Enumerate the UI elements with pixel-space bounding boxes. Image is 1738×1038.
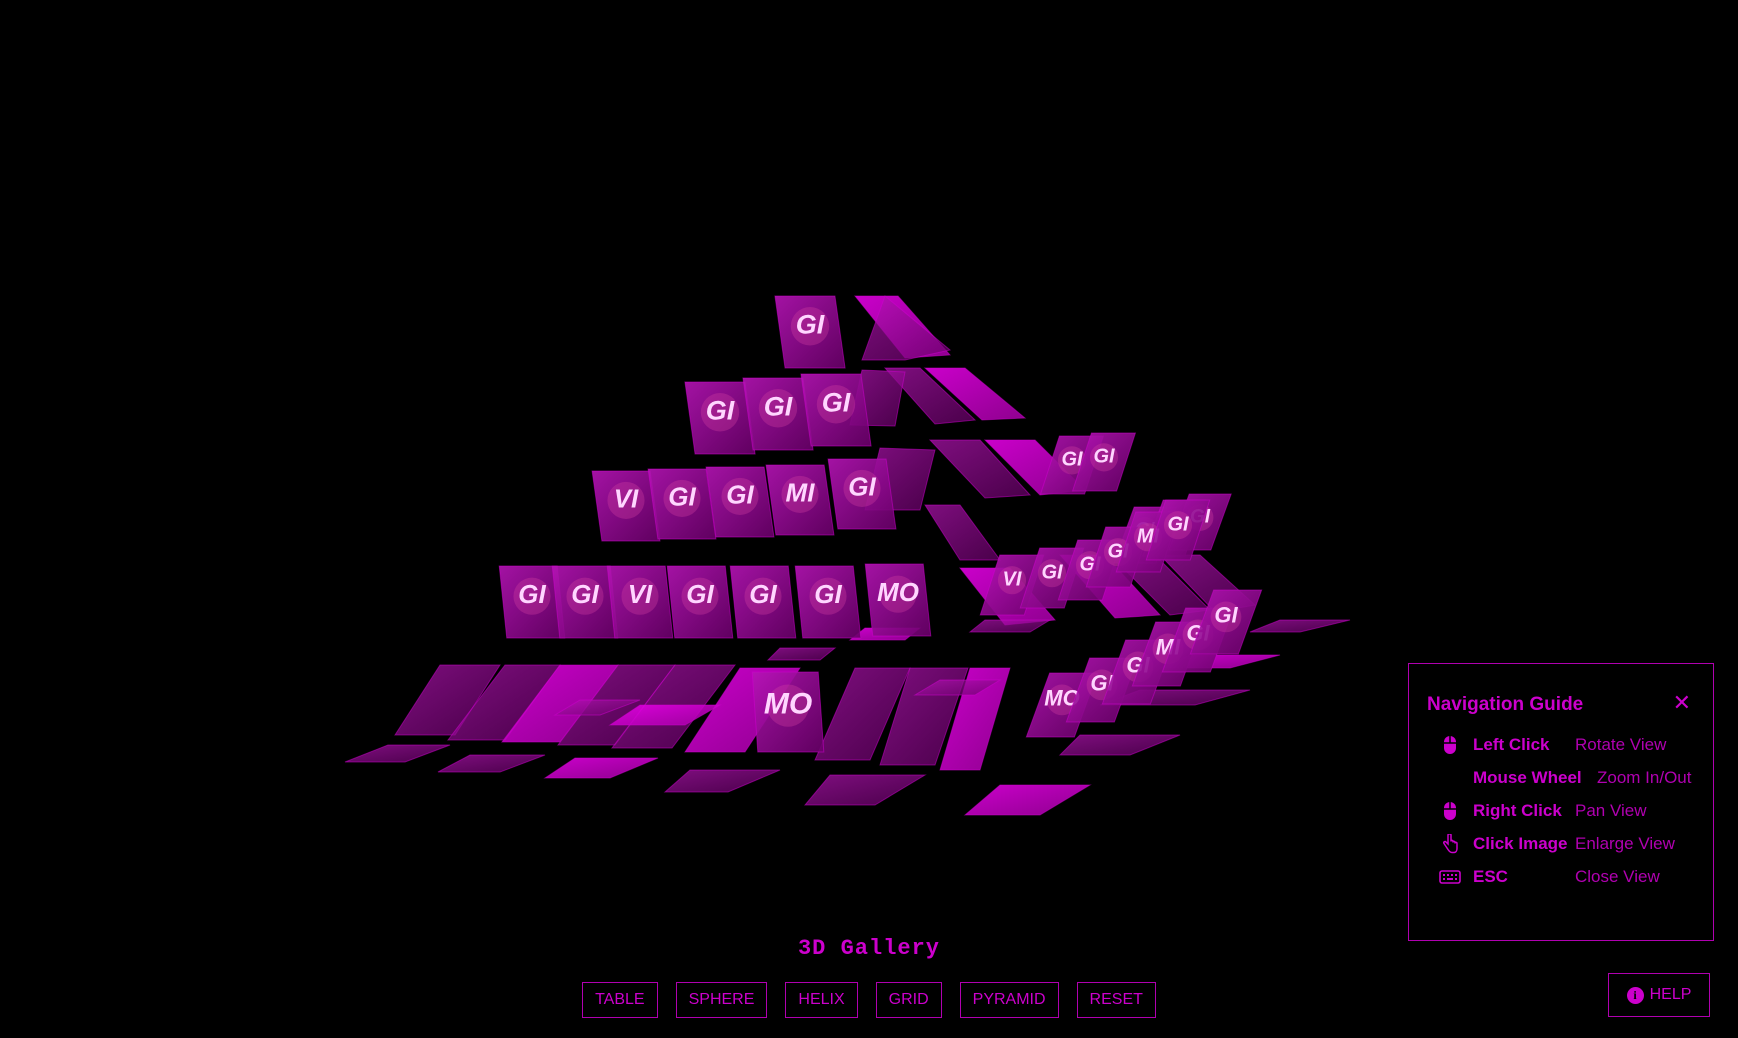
tile-label: GI — [1214, 603, 1238, 628]
nav-row-click-image: Click Image Enlarge View — [1439, 832, 1675, 856]
close-icon[interactable]: ✕ — [1673, 692, 1691, 714]
gallery-tile[interactable]: MO — [864, 563, 932, 637]
wheel-icon — [1439, 768, 1461, 788]
tile-label: GI — [764, 391, 793, 421]
tile-label: GI — [1041, 561, 1063, 583]
tile-label: VI — [614, 483, 639, 513]
keyboard-icon — [1439, 867, 1461, 887]
navigation-guide-panel: Navigation Guide ✕ Left Click Rotate Vie… — [1408, 663, 1714, 941]
pyramid-face — [766, 647, 837, 661]
pyramid-face — [663, 769, 781, 793]
tile-label: GI — [822, 387, 851, 417]
tile-label: GI — [668, 481, 696, 511]
gallery-tile[interactable]: GI — [774, 295, 846, 369]
tile-label: VI — [628, 579, 653, 609]
tile-label: MO — [764, 688, 812, 721]
pyramid-face — [1249, 619, 1351, 633]
pyramid-face — [963, 784, 1092, 816]
nav-row-left-click: Left Click Rotate View — [1439, 733, 1666, 757]
info-icon: i — [1626, 986, 1644, 1004]
pyramid-face — [803, 774, 927, 806]
pyramid-face — [344, 744, 451, 763]
tile-label: VI — [1003, 568, 1022, 590]
pyramid-face — [1058, 734, 1181, 756]
tile-label: GI — [814, 579, 842, 609]
tile-label: GI — [686, 579, 714, 609]
tile-label: GI — [1167, 513, 1189, 535]
helix-button[interactable]: HELIX — [785, 982, 858, 1018]
pointer-hand-icon — [1439, 834, 1461, 854]
pyramid-face — [968, 619, 1052, 633]
nav-action-rotate: Rotate View — [1575, 735, 1667, 754]
help-label: HELP — [1649, 986, 1692, 1003]
nav-action-enlarge: Enlarge View — [1575, 834, 1675, 853]
nav-key-click-image: Click Image — [1473, 834, 1568, 853]
pyramid-face — [924, 504, 1001, 561]
gallery-tile[interactable]: GI — [827, 458, 897, 530]
nav-row-mouse-wheel: Mouse Wheel Zoom In/Out — [1439, 766, 1691, 790]
gallery-tile[interactable]: GI — [800, 373, 872, 447]
pyramid-button[interactable]: PYRAMID — [959, 982, 1059, 1018]
tile-label: GI — [796, 309, 825, 339]
nav-row-right-click: Right Click Pan View — [1439, 799, 1647, 823]
nav-key-left-click: Left Click — [1473, 735, 1550, 754]
gallery-tile[interactable]: GI — [729, 565, 797, 639]
nav-action-pan: Pan View — [1575, 801, 1647, 820]
gallery-tile[interactable]: MO — [751, 671, 825, 753]
nav-row-esc: ESC Close View — [1439, 865, 1660, 889]
help-button[interactable]: i HELP — [1608, 973, 1710, 1017]
tile-label: GI — [571, 579, 599, 609]
view-controls: TABLE SPHERE HELIX GRID PYRAMID RESET — [0, 982, 1738, 1018]
tile-label: GI — [749, 579, 777, 609]
nav-action-zoom: Zoom In/Out — [1597, 768, 1692, 787]
tile-label: GI — [1093, 446, 1115, 468]
nav-key-right-click: Right Click — [1473, 801, 1562, 820]
tile-label: GI — [706, 395, 735, 425]
gallery-tile[interactable]: VI — [606, 565, 674, 639]
nav-action-close: Close View — [1575, 867, 1660, 886]
mouse-icon — [1439, 735, 1461, 755]
pyramid-face — [437, 754, 546, 773]
gallery-tile[interactable]: GI — [647, 468, 717, 540]
gallery-tile[interactable]: MI — [765, 464, 835, 536]
reset-button[interactable]: RESET — [1076, 982, 1156, 1018]
nav-key-esc: ESC — [1473, 867, 1508, 886]
tile-label: MI — [786, 477, 816, 507]
nav-key-mouse-wheel: Mouse Wheel — [1473, 768, 1582, 787]
gallery-tile[interactable]: GI — [705, 466, 775, 538]
sphere-button[interactable]: SPHERE — [675, 982, 768, 1018]
navigation-guide-title: Navigation Guide — [1427, 694, 1584, 715]
pyramid-face — [543, 757, 659, 779]
tile-label: GI — [848, 471, 876, 501]
grid-button[interactable]: GRID — [875, 982, 942, 1018]
mouse-icon — [1439, 801, 1461, 821]
table-button[interactable]: TABLE — [582, 982, 658, 1018]
gallery-tile[interactable]: GI — [794, 565, 862, 639]
tile-label: GI — [726, 479, 754, 509]
gallery-tile[interactable]: GI — [666, 565, 734, 639]
tile-label: MO — [877, 577, 919, 607]
tile-label: GI — [518, 579, 546, 609]
